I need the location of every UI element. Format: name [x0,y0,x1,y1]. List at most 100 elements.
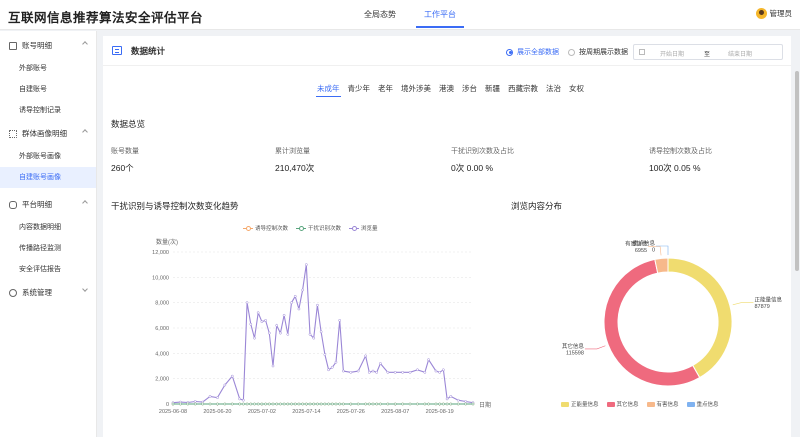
legend-line-icon [243,225,253,231]
slice-name-label: 其它信息 [562,342,585,350]
data-point [330,402,334,406]
platform-icon [9,200,17,209]
data-point [442,368,445,372]
category-tab[interactable]: 新疆 [481,83,504,97]
category-tab[interactable]: 未成年 [313,83,344,97]
category-tab[interactable]: 境外涉美 [397,83,435,97]
user-menu[interactable]: 管理员 [755,8,792,19]
legend-label: 浏览量 [361,226,378,232]
data-point [445,402,449,406]
sidebar: 账号明细 外部账号 自建账号 诱导控制记录 群体画像明细 外部账号画像 自建账号… [0,31,97,437]
data-point [249,322,253,326]
sidebar-group-portraits[interactable]: 群体画像明细 [0,121,96,146]
data-point [364,354,367,358]
sidebar-item-external-accounts[interactable]: 外部账号 [0,58,96,79]
legend-item[interactable]: 干扰识别次数 [296,224,341,232]
data-point [216,396,219,400]
start-date-input[interactable]: 开始日期 [652,49,692,58]
data-point [338,402,342,406]
legend-item[interactable]: 重点信息 [686,400,719,408]
legend-item[interactable]: 有害信息 [646,400,679,408]
data-point [423,370,427,374]
data-point [271,402,275,406]
date-range-picker[interactable]: 开始日期 至 结束日期 [633,44,783,60]
stat-label: 累计浏览量 [275,148,310,155]
data-point [279,402,282,406]
main-content: 数据统计 展示全部数据 按周期展示数据 开始日期 至 结束日期 未成年 青少年 … [97,31,800,437]
sidebar-item-self-built-accounts[interactable]: 自建账号 [0,79,96,100]
data-point [282,402,286,406]
sidebar-group-label: 系统管理 [22,288,52,297]
category-tab[interactable]: 女权 [565,83,588,97]
sidebar-item-security-report[interactable]: 安全评估报告 [0,259,96,280]
data-point [267,331,271,335]
radio-dot [506,48,513,56]
end-date-input[interactable]: 结束日期 [720,49,760,58]
slice-value-label: 0 [652,248,655,254]
data-point [293,294,297,298]
legend-swatch-icon [646,401,655,407]
chevron-up-icon [82,41,88,47]
tab-global-situation[interactable]: 全局态势 [350,0,410,30]
stat-account-count: 账号数量 260个 [111,146,139,174]
data-point [386,370,390,374]
sidebar-item-induce-records[interactable]: 诱导控制记录 [0,100,96,121]
category-tab[interactable]: 港澳 [435,83,458,97]
distribution-donut-chart: 正能量信息87879其它信息115598有害信息6955重点信息0 [562,239,782,387]
data-point [253,402,256,406]
sidebar-item-self-built-portraits[interactable]: 自建账号画像 [0,167,96,188]
data-point [171,402,175,406]
data-point [223,402,227,406]
data-point [245,301,249,305]
legend-item[interactable]: 正能量信息 [561,400,599,408]
calendar-icon [639,49,645,55]
radio-by-period[interactable]: 按周期展示数据 [568,47,628,57]
distribution-legend: 正能量信息 其它信息 有害信息 重点信息 [561,400,719,408]
sidebar-item-external-portraits[interactable]: 外部账号画像 [0,146,96,167]
data-point [253,336,256,340]
app-title: 互联网信息推荐算法安全评估平台 [8,11,204,25]
sidebar-group-accounts[interactable]: 账号明细 [0,33,96,58]
data-point [330,365,334,369]
data-point [286,402,290,406]
data-point [301,288,304,292]
tab-work-platform[interactable]: 工作平台 [410,0,470,30]
data-point [356,402,360,406]
category-tab[interactable]: 涉台 [458,83,481,97]
trend-line-chart: 数量(次) 0 2,000 4,000 6,000 8,000 10,000 12,000 20… [152,238,491,415]
data-point [256,311,260,315]
sidebar-group-system[interactable]: 系统管理 [0,280,96,305]
scrollbar[interactable] [795,71,799,271]
x-tick-label: 2025-06-20 [203,409,231,415]
x-axis-title: 日期 [479,401,491,409]
category-tab[interactable]: 青少年 [344,83,375,97]
data-point [293,402,297,406]
data-point [342,369,345,373]
legend-item[interactable]: 诱导控制次数 [243,224,288,232]
sidebar-group-label: 账号明细 [22,41,52,50]
avatar [755,8,767,19]
stat-label: 干扰识别次数及占比 [451,148,514,155]
data-point [338,319,342,322]
data-point [238,402,242,406]
panel-header: 数据统计 展示全部数据 按周期展示数据 开始日期 至 结束日期 [103,36,791,66]
data-point [282,313,286,317]
y-tick-label: 4,000 [155,351,169,357]
data-point [267,402,271,406]
donut-slice-2 [654,257,669,274]
data-point [434,369,438,373]
data-point [179,402,182,406]
radio-show-all[interactable]: 展示全部数据 [506,47,559,57]
data-point [445,397,449,401]
sidebar-item-propagation[interactable]: 传播路径监测 [0,238,96,259]
data-point [312,402,316,406]
data-point [349,370,353,374]
category-tab[interactable]: 西藏宗教 [504,83,542,97]
legend-item[interactable]: 其它信息 [606,400,639,408]
category-tab[interactable]: 法治 [542,83,565,97]
distribution-chart-title: 浏览内容分布 [511,201,563,211]
sidebar-group-platform[interactable]: 平台明细 [0,192,96,217]
category-tab[interactable]: 老年 [374,83,397,97]
sidebar-item-content-data[interactable]: 内容数据明细 [0,217,96,238]
legend-item[interactable]: 浏览量 [349,224,378,232]
